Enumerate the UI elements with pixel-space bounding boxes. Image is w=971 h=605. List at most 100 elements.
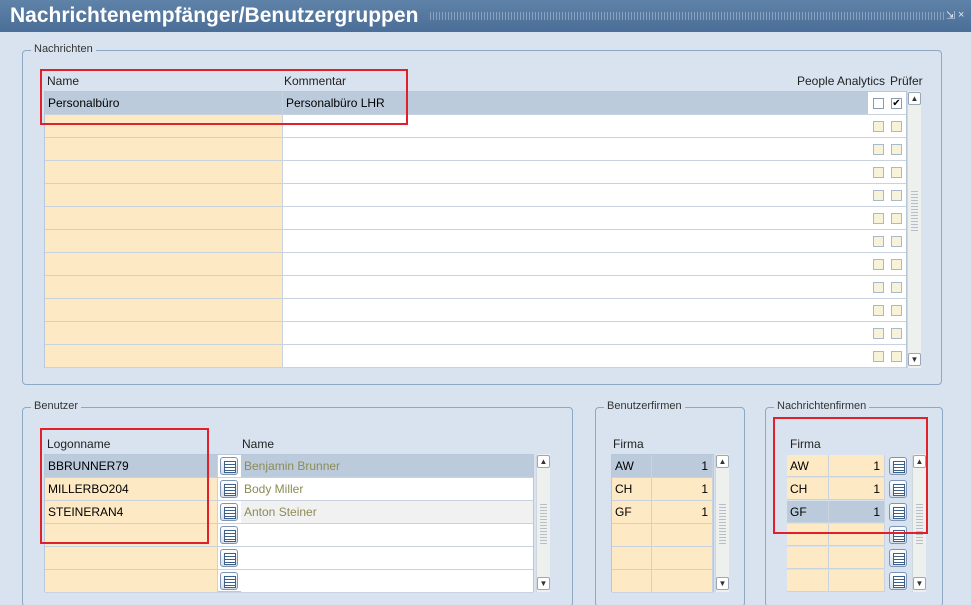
table-row[interactable] [45, 345, 906, 368]
pruefer-checkbox[interactable] [891, 167, 902, 178]
table-row[interactable]: BBRUNNER79 Benjamin Brunner [45, 455, 533, 478]
logonname-cell[interactable]: STEINERAN4 [45, 501, 218, 523]
name-cell[interactable] [45, 161, 283, 183]
table-row[interactable] [787, 524, 909, 547]
logonname-cell[interactable] [45, 547, 218, 569]
lov-list-icon[interactable] [889, 572, 907, 590]
pruefer-checkbox[interactable] [891, 144, 902, 155]
kommentar-cell[interactable] [283, 207, 868, 229]
table-row[interactable] [612, 570, 713, 593]
lov-list-icon[interactable] [889, 480, 907, 498]
name-cell[interactable] [45, 253, 283, 275]
pruefer-checkbox[interactable]: ✔ [891, 98, 902, 109]
pruefer-checkbox[interactable] [891, 259, 902, 270]
table-row[interactable] [45, 138, 906, 161]
lov-list-icon[interactable] [889, 503, 907, 521]
table-row[interactable] [45, 299, 906, 322]
table-row[interactable]: AW 1 [612, 455, 713, 478]
lov-list-icon[interactable] [220, 572, 238, 590]
pruefer-checkbox[interactable] [891, 351, 902, 362]
people-analytics-checkbox[interactable] [873, 98, 884, 109]
firma-cell[interactable] [612, 547, 652, 569]
table-row[interactable] [45, 524, 533, 547]
table-row[interactable]: GF 1 [612, 501, 713, 524]
kommentar-cell[interactable] [283, 322, 868, 344]
kommentar-cell[interactable]: Personalbüro LHR [283, 92, 868, 114]
table-row[interactable] [45, 322, 906, 345]
lov-list-icon[interactable] [889, 549, 907, 567]
pruefer-checkbox[interactable] [891, 190, 902, 201]
table-row[interactable] [45, 276, 906, 299]
nachrichtenfirmen-scrollbar[interactable]: ▲ ▼ [912, 454, 926, 592]
firma-cell[interactable]: CH [787, 478, 829, 500]
firma-cell[interactable]: AW [612, 455, 652, 477]
scroll-up-icon[interactable]: ▲ [537, 455, 550, 468]
table-row[interactable]: MILLERBO204 Body Miller [45, 478, 533, 501]
firma-cell[interactable]: CH [612, 478, 652, 500]
people-analytics-checkbox[interactable] [873, 236, 884, 247]
scroll-grip[interactable] [719, 504, 726, 544]
scroll-down-icon[interactable]: ▼ [913, 577, 926, 590]
table-row[interactable] [45, 547, 533, 570]
logonname-cell[interactable]: BBRUNNER79 [45, 455, 218, 477]
name-cell[interactable]: Personalbüro [45, 92, 283, 114]
people-analytics-checkbox[interactable] [873, 213, 884, 224]
table-row[interactable] [45, 230, 906, 253]
benutzerfirmen-scrollbar[interactable]: ▲ ▼ [715, 454, 729, 592]
scroll-grip[interactable] [916, 504, 923, 544]
table-row[interactable] [612, 547, 713, 570]
table-row[interactable]: GF 1 [787, 501, 909, 524]
pruefer-checkbox[interactable] [891, 282, 902, 293]
name-cell[interactable] [45, 207, 283, 229]
pruefer-checkbox[interactable] [891, 213, 902, 224]
pruefer-checkbox[interactable] [891, 121, 902, 132]
scroll-down-icon[interactable]: ▼ [908, 353, 921, 366]
kommentar-cell[interactable] [283, 138, 868, 160]
table-row[interactable] [787, 570, 909, 593]
lov-list-icon[interactable] [220, 549, 238, 567]
table-row[interactable]: CH 1 [787, 478, 909, 501]
firma-cell[interactable] [612, 570, 652, 592]
people-analytics-checkbox[interactable] [873, 328, 884, 339]
lov-list-icon[interactable] [889, 457, 907, 475]
name-cell[interactable] [45, 115, 283, 137]
benutzer-scrollbar[interactable]: ▲ ▼ [536, 454, 550, 592]
name-cell[interactable] [45, 345, 283, 367]
kommentar-cell[interactable] [283, 299, 868, 321]
nachrichten-scrollbar[interactable]: ▲ ▼ [907, 91, 921, 368]
logonname-cell[interactable]: MILLERBO204 [45, 478, 218, 500]
lov-list-icon[interactable] [220, 503, 238, 521]
scroll-up-icon[interactable]: ▲ [908, 92, 921, 105]
table-row[interactable] [612, 524, 713, 547]
name-cell[interactable] [45, 276, 283, 298]
scroll-up-icon[interactable]: ▲ [913, 455, 926, 468]
name-cell[interactable] [45, 138, 283, 160]
pruefer-checkbox[interactable] [891, 305, 902, 316]
table-row[interactable] [45, 207, 906, 230]
pruefer-checkbox[interactable] [891, 328, 902, 339]
table-row[interactable]: STEINERAN4 Anton Steiner [45, 501, 533, 524]
firma-cell[interactable] [787, 547, 829, 569]
kommentar-cell[interactable] [283, 184, 868, 206]
people-analytics-checkbox[interactable] [873, 282, 884, 293]
scroll-up-icon[interactable]: ▲ [716, 455, 729, 468]
name-cell[interactable] [45, 299, 283, 321]
logonname-cell[interactable] [45, 524, 218, 546]
scroll-down-icon[interactable]: ▼ [716, 577, 729, 590]
table-row[interactable] [45, 115, 906, 138]
firma-cell[interactable] [612, 524, 652, 546]
table-row[interactable] [787, 547, 909, 570]
table-row[interactable] [45, 253, 906, 276]
table-row[interactable]: Personalbüro Personalbüro LHR ✔ [45, 92, 906, 115]
lov-list-icon[interactable] [220, 480, 238, 498]
firma-cell[interactable] [787, 524, 829, 546]
people-analytics-checkbox[interactable] [873, 167, 884, 178]
kommentar-cell[interactable] [283, 276, 868, 298]
table-row[interactable] [45, 570, 533, 593]
kommentar-cell[interactable] [283, 115, 868, 137]
kommentar-cell[interactable] [283, 253, 868, 275]
table-row[interactable] [45, 184, 906, 207]
people-analytics-checkbox[interactable] [873, 259, 884, 270]
kommentar-cell[interactable] [283, 345, 868, 367]
close-icon[interactable]: × [958, 9, 964, 21]
